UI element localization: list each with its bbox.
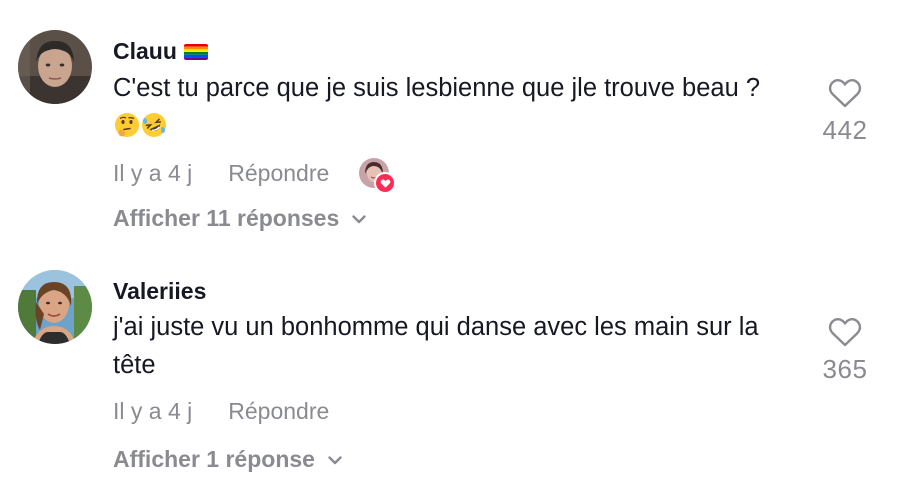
comment-time: Il y a 4 j: [113, 398, 193, 424]
comment-text-body: C'est tu parce que je suis lesbienne que…: [113, 74, 761, 102]
reply-button[interactable]: Répondre: [228, 398, 329, 425]
rainbow-flag-icon: [183, 43, 208, 60]
heart-icon: [374, 172, 397, 194]
username[interactable]: Valeriies: [113, 278, 206, 305]
reply-button[interactable]: Répondre: [228, 160, 329, 187]
thinking-face-icon: [114, 112, 140, 138]
heart-outline-icon: [828, 78, 862, 109]
comment-meta: Il y a 4 j Répondre: [113, 158, 397, 194]
like-button[interactable]: 365: [815, 317, 875, 385]
like-count: 365: [822, 354, 868, 384]
rolling-laughing-icon: [141, 112, 167, 138]
view-replies-button[interactable]: Afficher 11 réponses: [113, 205, 367, 232]
username-text: Valeriies: [113, 278, 207, 304]
heart-outline-icon: [828, 317, 862, 348]
avatar[interactable]: [18, 30, 92, 104]
comment-text-body: j'ai juste vu un bonhomme qui danse avec…: [113, 313, 759, 379]
avatar[interactable]: [18, 270, 92, 344]
username[interactable]: Clauu: [113, 38, 208, 65]
like-count: 442: [822, 115, 868, 145]
comment-text: C'est tu parce que je suis lesbienne que…: [113, 69, 793, 145]
username-text: Clauu: [113, 38, 177, 64]
chevron-down-icon: [327, 454, 343, 466]
chevron-down-icon: [351, 213, 367, 225]
comment-text: j'ai juste vu un bonhomme qui danse avec…: [113, 308, 793, 384]
view-replies-label: Afficher 11 réponses: [113, 205, 340, 231]
creator-liked-badge: [359, 158, 397, 194]
comment-meta: Il y a 4 j Répondre: [113, 398, 329, 425]
view-replies-label: Afficher 1 réponse: [113, 446, 315, 472]
view-replies-button[interactable]: Afficher 1 réponse: [113, 446, 343, 473]
comment-time: Il y a 4 j: [113, 159, 193, 186]
like-button[interactable]: 442: [815, 78, 875, 146]
